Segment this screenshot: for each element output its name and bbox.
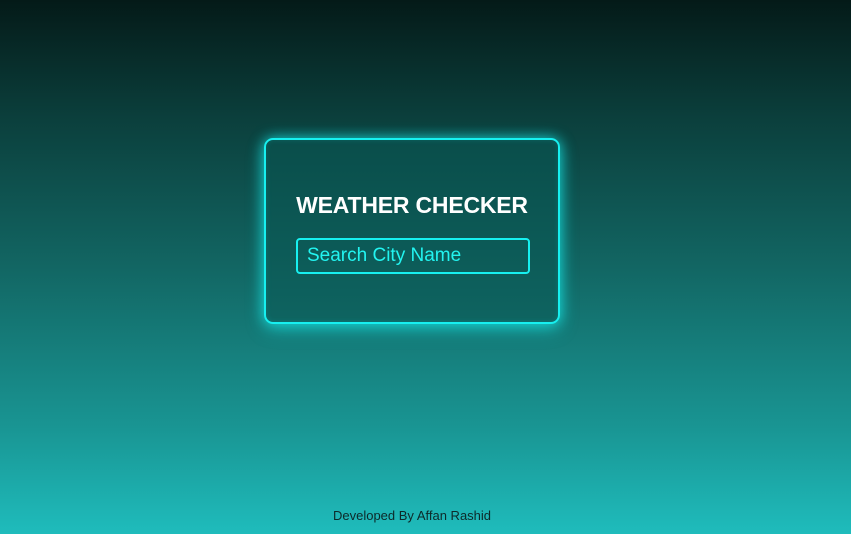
search-input[interactable]: [296, 238, 530, 274]
page-title: WEATHER CHECKER: [296, 192, 528, 218]
footer-credit: Developed By Affan Rashid: [332, 508, 492, 523]
weather-card: WEATHER CHECKER: [264, 138, 560, 324]
